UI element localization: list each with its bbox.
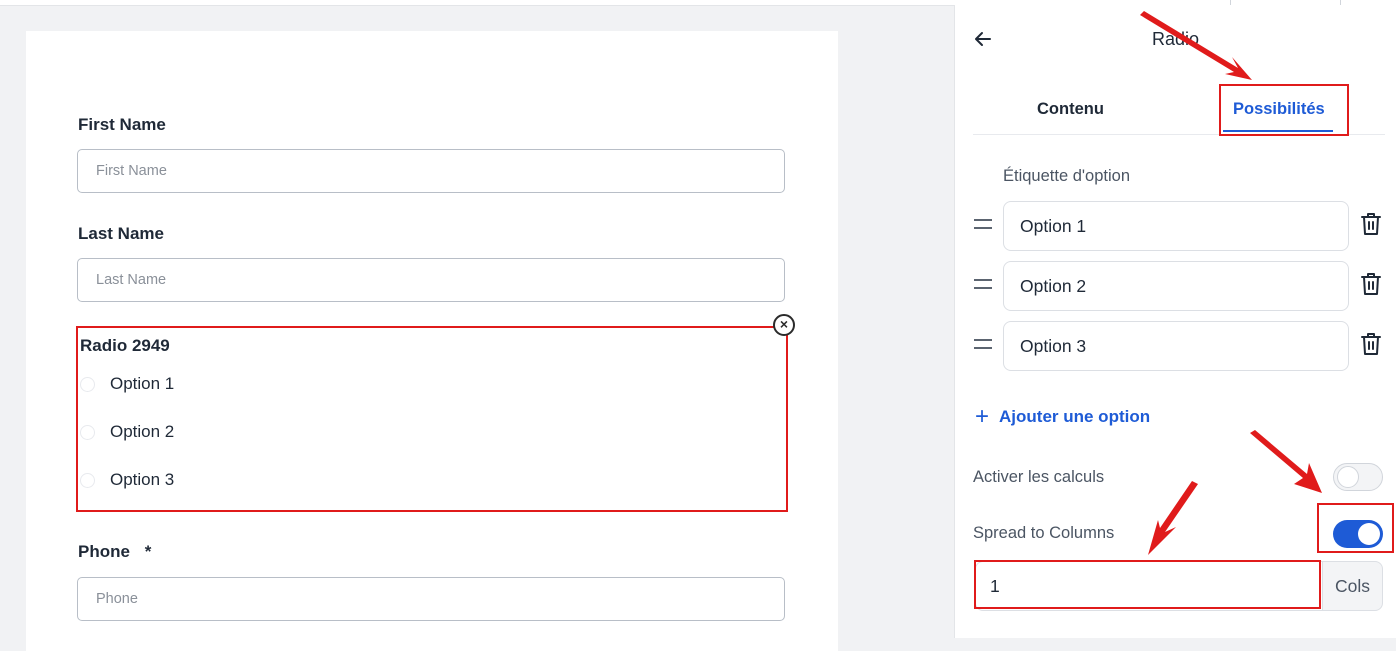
option-label-input[interactable] bbox=[1003, 321, 1349, 371]
spread-to-columns-label: Spread to Columns bbox=[973, 524, 1115, 542]
remove-field-icon[interactable]: × bbox=[773, 314, 795, 336]
panel-title: Radio bbox=[1152, 29, 1200, 49]
radio-button[interactable] bbox=[80, 473, 95, 488]
radio-field-title: Radio 2949 bbox=[80, 336, 170, 355]
phone-label-text: Phone bbox=[78, 542, 130, 561]
drag-handle-icon[interactable] bbox=[974, 279, 992, 291]
phone-label: Phone * bbox=[78, 542, 151, 562]
option-label-heading: Étiquette d'option bbox=[1003, 167, 1130, 185]
enable-calculations-label: Activer les calculs bbox=[973, 468, 1105, 486]
radio-field-block[interactable]: Radio 2949 Option 1 Option 2 Option 3 bbox=[76, 326, 788, 512]
delete-option-button[interactable] bbox=[1360, 332, 1382, 356]
enable-calculations-toggle[interactable] bbox=[1333, 463, 1383, 491]
toggle-highlight-box bbox=[1317, 503, 1394, 553]
phone-input[interactable] bbox=[77, 577, 785, 621]
delete-option-button[interactable] bbox=[1360, 212, 1382, 236]
plus-icon: + bbox=[975, 403, 990, 430]
columns-suffix: Cols bbox=[1322, 561, 1383, 611]
trash-icon bbox=[1361, 333, 1381, 355]
radio-option-label: Option 3 bbox=[110, 470, 175, 489]
back-button[interactable] bbox=[973, 29, 995, 51]
arrow-left-icon bbox=[975, 32, 991, 46]
drag-handle-icon[interactable] bbox=[974, 219, 992, 231]
delete-option-button[interactable] bbox=[1360, 272, 1382, 296]
required-marker: * bbox=[144, 542, 152, 561]
add-option-button[interactable]: + Ajouter une option bbox=[975, 403, 1150, 431]
option-label-input[interactable] bbox=[1003, 201, 1349, 251]
tab-highlight-box bbox=[1219, 84, 1349, 136]
tab-contenu[interactable]: Contenu bbox=[1037, 100, 1104, 119]
trash-icon bbox=[1361, 213, 1381, 235]
first-name-label: First Name bbox=[78, 115, 166, 134]
toggle-knob bbox=[1337, 466, 1359, 488]
first-name-input[interactable] bbox=[77, 149, 785, 193]
field-settings-panel: Radio Contenu Possibilités Étiquette d'o… bbox=[954, 5, 1396, 638]
option-label-input[interactable] bbox=[1003, 261, 1349, 311]
last-name-input[interactable] bbox=[77, 258, 785, 302]
add-option-label: Ajouter une option bbox=[999, 407, 1151, 426]
radio-option-label: Option 1 bbox=[110, 374, 175, 393]
drag-handle-icon[interactable] bbox=[974, 339, 992, 351]
radio-option-label: Option 2 bbox=[110, 422, 175, 441]
trash-icon bbox=[1361, 273, 1381, 295]
last-name-label: Last Name bbox=[78, 224, 164, 243]
columns-highlight-box bbox=[974, 560, 1321, 609]
radio-button[interactable] bbox=[80, 377, 95, 392]
radio-button[interactable] bbox=[80, 425, 95, 440]
